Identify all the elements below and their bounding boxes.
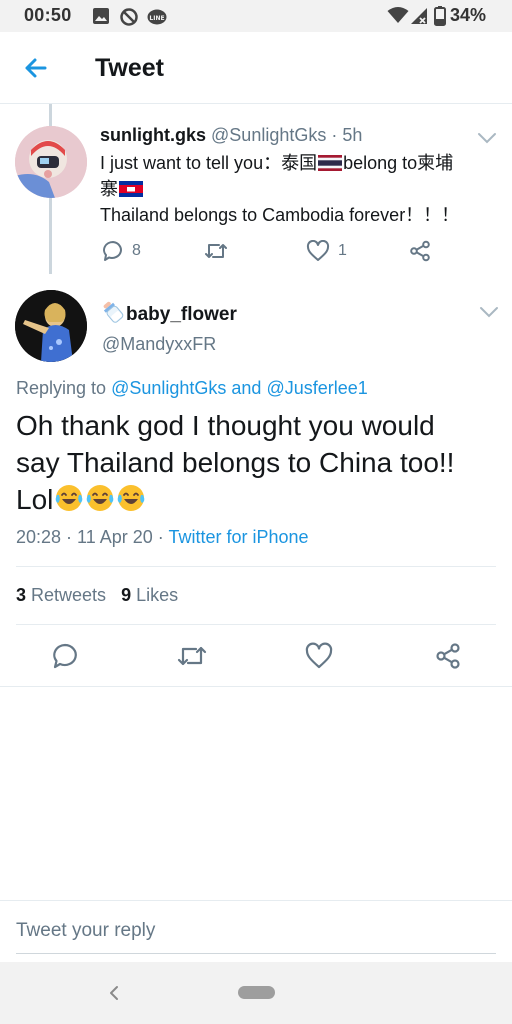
laughing-tears-icon (56, 485, 83, 511)
like-count: 1 (338, 242, 347, 259)
engagement-stats: 3 Retweets 9 Likes (16, 585, 178, 606)
tweet-text: I just want to tell you：泰国 belong to柬埔 寨… (100, 150, 490, 228)
arrow-left-icon[interactable] (18, 50, 54, 86)
likes-stat[interactable]: 9 Likes (121, 585, 178, 605)
line-icon: LINE (147, 9, 167, 25)
like-button[interactable]: 1 (306, 238, 347, 264)
baby-bottle-icon (103, 301, 124, 323)
nav-back-icon[interactable] (106, 982, 122, 1004)
chevron-down-icon[interactable] (478, 305, 500, 319)
no-disturb-icon (120, 8, 138, 26)
tweet-meta: 20:28 · 11 Apr 20 · Twitter for iPhone (16, 527, 309, 548)
reply-input[interactable]: Tweet your reply (16, 920, 155, 942)
avatar-image (15, 290, 87, 362)
tweet-header: sunlight.gks @SunlightGks · 5h (100, 125, 362, 146)
display-name[interactable]: baby_flower (126, 304, 237, 325)
heart-icon[interactable] (305, 642, 333, 670)
thailand-flag-icon (318, 155, 343, 171)
reply-input-underline (16, 953, 496, 954)
retweet-button[interactable] (203, 238, 229, 264)
like-label: Likes (131, 585, 179, 605)
svg-text:LINE: LINE (149, 15, 164, 22)
retweet-label: Retweets (26, 585, 107, 605)
tweet-text-line: say Thailand belongs to China too!! (16, 447, 455, 478)
share-icon[interactable] (434, 642, 462, 670)
laughing-tears-icon (87, 485, 114, 511)
signal-icon (411, 8, 427, 24)
user-handle: @SunlightGks (211, 125, 327, 145)
status-bar: 00:50 LINE 34% (0, 0, 512, 32)
tweet-source-link[interactable]: Twitter for iPhone (168, 527, 308, 547)
tweet-text: Oh thank god I thought you would say Tha… (16, 407, 501, 518)
wifi-icon (387, 7, 409, 23)
retweet-icon (205, 244, 227, 258)
tweet-time: · 5h (331, 125, 363, 145)
app-header: Tweet (0, 32, 512, 104)
tweet-text-line: belong to柬埔 (343, 153, 454, 173)
avatar-image (15, 126, 87, 198)
laughing-tears-icon (118, 485, 145, 511)
page-title: Tweet (95, 54, 164, 82)
mention-link[interactable]: @SunlightGks (111, 378, 226, 398)
mention-link[interactable]: @Jusferlee1 (266, 378, 367, 398)
display-name-row: baby_flower (100, 300, 237, 326)
reply-icon (103, 241, 122, 261)
tweet-text-line: Thailand belongs to Cambodia forever！！！ (100, 205, 460, 225)
battery-icon (434, 6, 446, 26)
reply-button[interactable]: 8 (102, 238, 141, 264)
heart-icon (306, 240, 330, 261)
share-icon (410, 240, 430, 262)
replying-to: Replying to @SunlightGks and @Jusferlee1 (16, 378, 368, 399)
like-count: 9 (121, 585, 132, 605)
retweet-count: 3 (16, 585, 27, 605)
replying-prefix: Replying to (16, 378, 112, 398)
image-icon (93, 8, 109, 24)
display-name[interactable]: sunlight.gks (100, 125, 206, 145)
divider (16, 624, 496, 625)
retweets-stat[interactable]: 3 Retweets (16, 585, 106, 605)
cambodia-flag-icon (119, 181, 143, 197)
retweet-icon[interactable] (176, 642, 208, 670)
user-handle: @MandyxxFR (102, 334, 217, 354)
reply-icon[interactable] (51, 642, 79, 670)
share-button[interactable] (409, 238, 431, 264)
tweet-text-line: 寨 (100, 179, 118, 199)
battery-percent: 34% (450, 5, 487, 25)
avatar[interactable] (15, 290, 87, 362)
tweet-text-line: Oh thank god I thought you would (16, 410, 435, 441)
thread-line (49, 198, 52, 274)
reply-count: 8 (132, 242, 141, 259)
divider (0, 900, 512, 901)
thread-line (49, 104, 52, 126)
tweet-text-line: Lol (16, 484, 54, 515)
divider (16, 566, 496, 567)
avatar[interactable] (15, 126, 87, 198)
divider (0, 686, 512, 687)
tweet-text-line: I just want to tell you：泰国 (100, 153, 318, 173)
nav-home-pill[interactable] (238, 986, 275, 999)
chevron-down-icon[interactable] (476, 131, 498, 145)
tweet-timestamp: 20:28 · 11 Apr 20 · (16, 527, 169, 547)
replying-and[interactable]: and (226, 378, 266, 398)
status-time: 00:50 (24, 5, 72, 25)
